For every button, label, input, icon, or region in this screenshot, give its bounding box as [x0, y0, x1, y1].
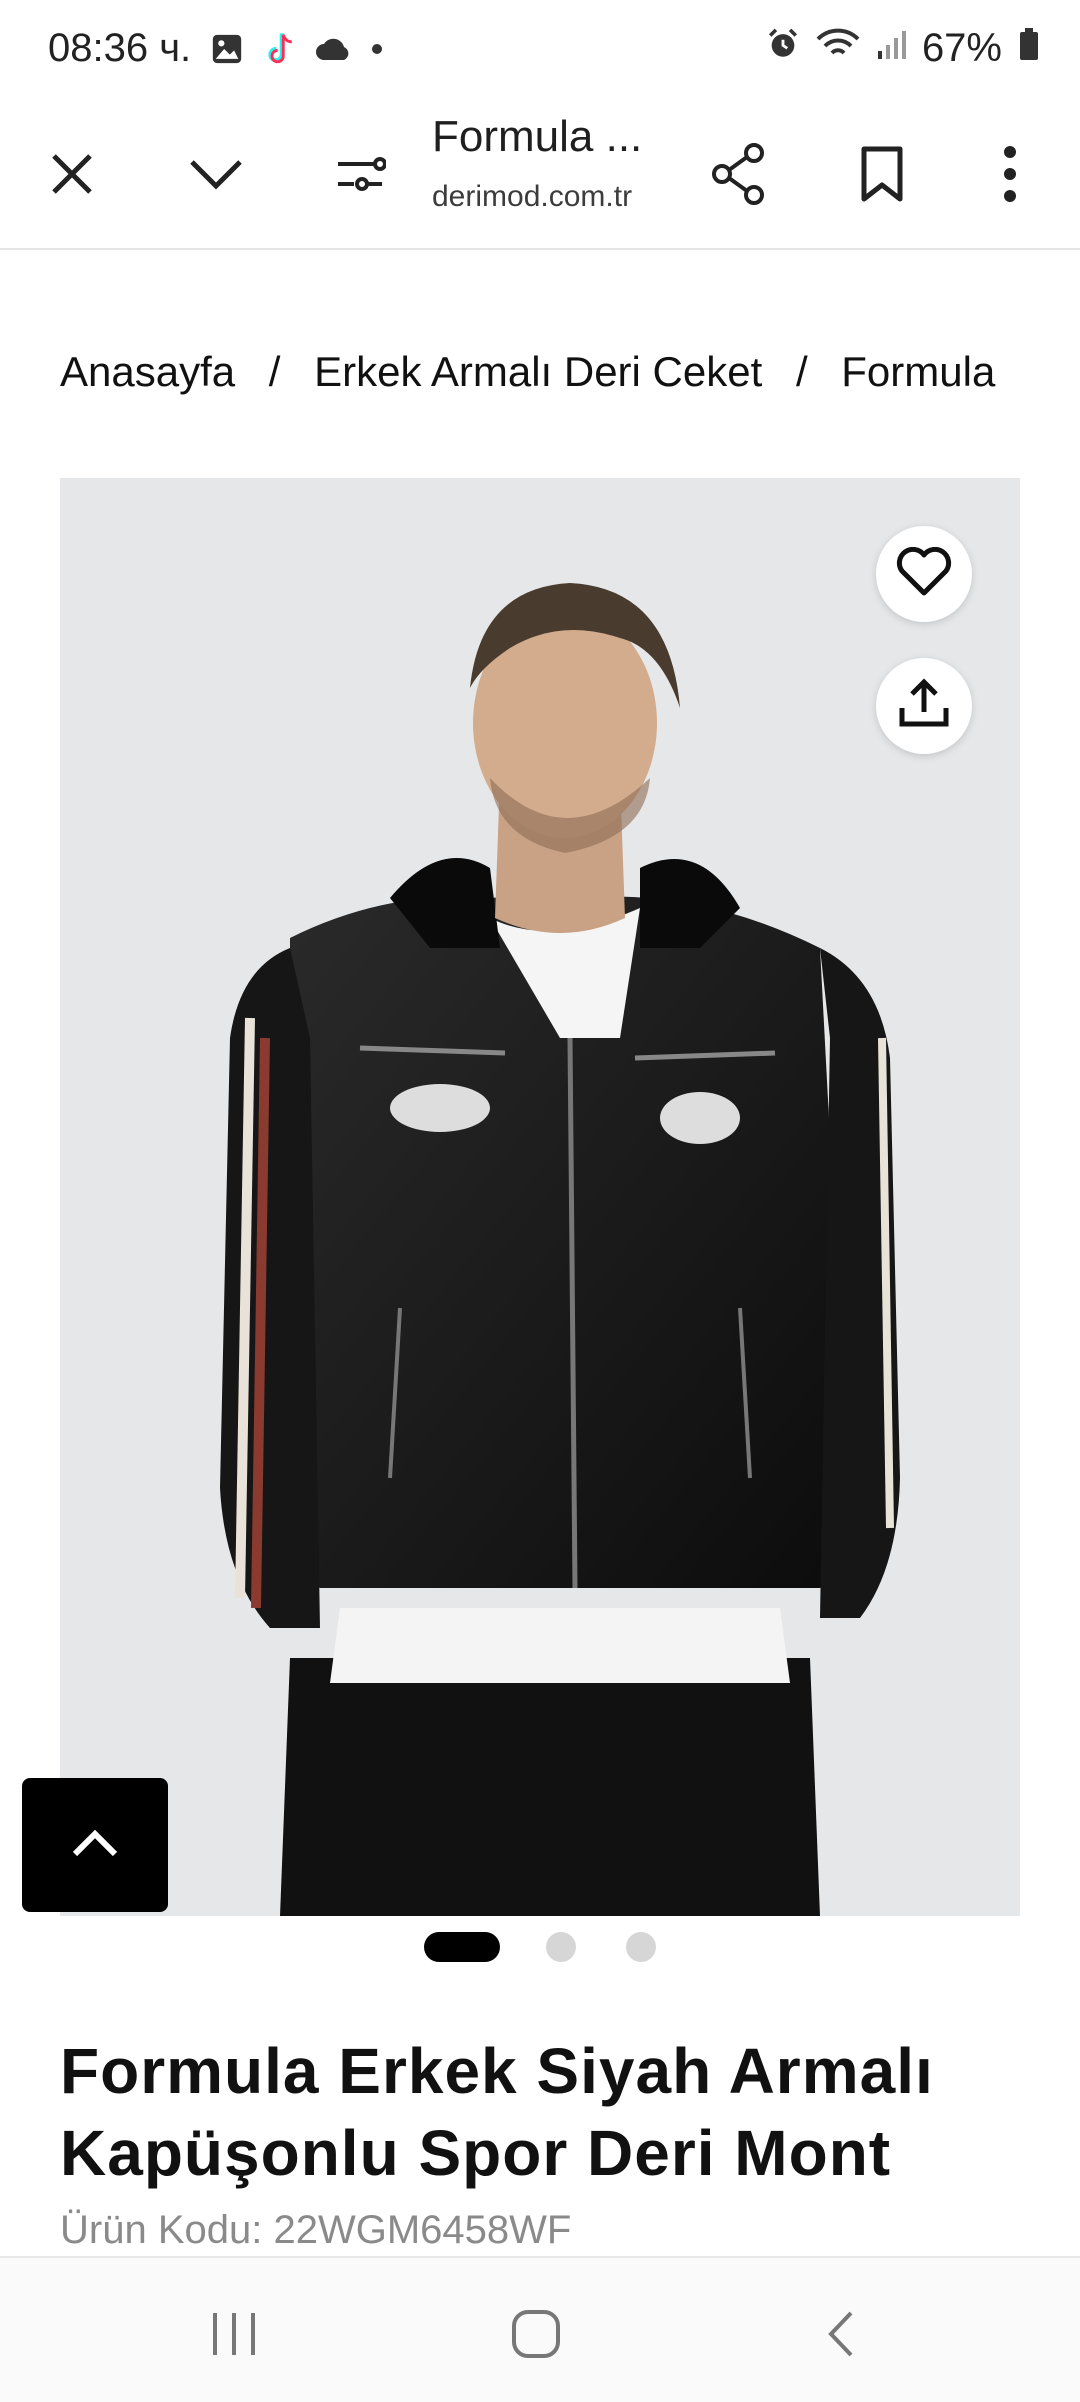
favorite-button[interactable] — [876, 526, 972, 622]
system-nav-bar — [0, 2256, 1080, 2402]
chevron-down-icon[interactable] — [176, 134, 256, 214]
carousel-dot[interactable] — [626, 1932, 656, 1962]
product-title: Formula Erkek Siyah Armalı Kapüşonlu Spo… — [60, 2035, 934, 2189]
product-image[interactable] — [60, 478, 1020, 1916]
dot-icon — [370, 42, 384, 61]
breadcrumb-item-product[interactable]: Formula — [841, 348, 995, 396]
breadcrumb-separator: / — [268, 348, 281, 395]
carousel-indicator — [0, 1932, 1080, 1964]
carousel-dot-active[interactable] — [424, 1932, 500, 1962]
gallery-icon — [210, 32, 244, 71]
home-icon[interactable] — [486, 2294, 586, 2374]
alarm-icon — [766, 26, 800, 71]
page-url[interactable]: derimod.com.tr — [432, 180, 632, 214]
breadcrumb-item-category[interactable]: Erkek Armalı Deri Ceket — [314, 348, 762, 396]
tune-icon[interactable] — [320, 134, 400, 214]
wifi-icon — [816, 26, 860, 71]
signal-icon — [876, 26, 906, 71]
status-bar: 08:36 ч. 67% — [0, 0, 1080, 100]
page-title[interactable]: Formula ... — [432, 112, 642, 162]
browser-toolbar: Formula ... derimod.com.tr — [0, 100, 1080, 250]
tiktok-icon — [262, 30, 296, 73]
cloud-icon — [314, 36, 352, 67]
heart-icon — [896, 546, 952, 602]
breadcrumb-separator: / — [795, 348, 808, 395]
more-vert-icon[interactable] — [970, 134, 1050, 214]
chevron-up-icon — [71, 1828, 119, 1863]
carousel-dot[interactable] — [546, 1932, 576, 1962]
breadcrumb-item-home[interactable]: Anasayfa — [60, 348, 235, 396]
back-icon[interactable] — [790, 2294, 890, 2374]
battery-icon — [1018, 26, 1040, 71]
product-photo — [220, 583, 900, 1916]
share-product-button[interactable] — [876, 658, 972, 754]
status-time: 08:36 ч. — [48, 26, 192, 70]
battery-percent: 67% — [921, 26, 1002, 70]
scroll-to-top-button[interactable] — [22, 1778, 168, 1912]
bookmark-icon[interactable] — [842, 134, 922, 214]
share-icon[interactable] — [698, 134, 778, 214]
breadcrumb: Anasayfa / Erkek Armalı Deri Ceket / For… — [60, 348, 1020, 408]
upload-icon — [896, 676, 952, 737]
recent-apps-icon[interactable] — [184, 2294, 284, 2374]
close-icon[interactable] — [32, 134, 112, 214]
product-code: Ürün Kodu: 22WGM6458WF — [60, 2208, 572, 2252]
